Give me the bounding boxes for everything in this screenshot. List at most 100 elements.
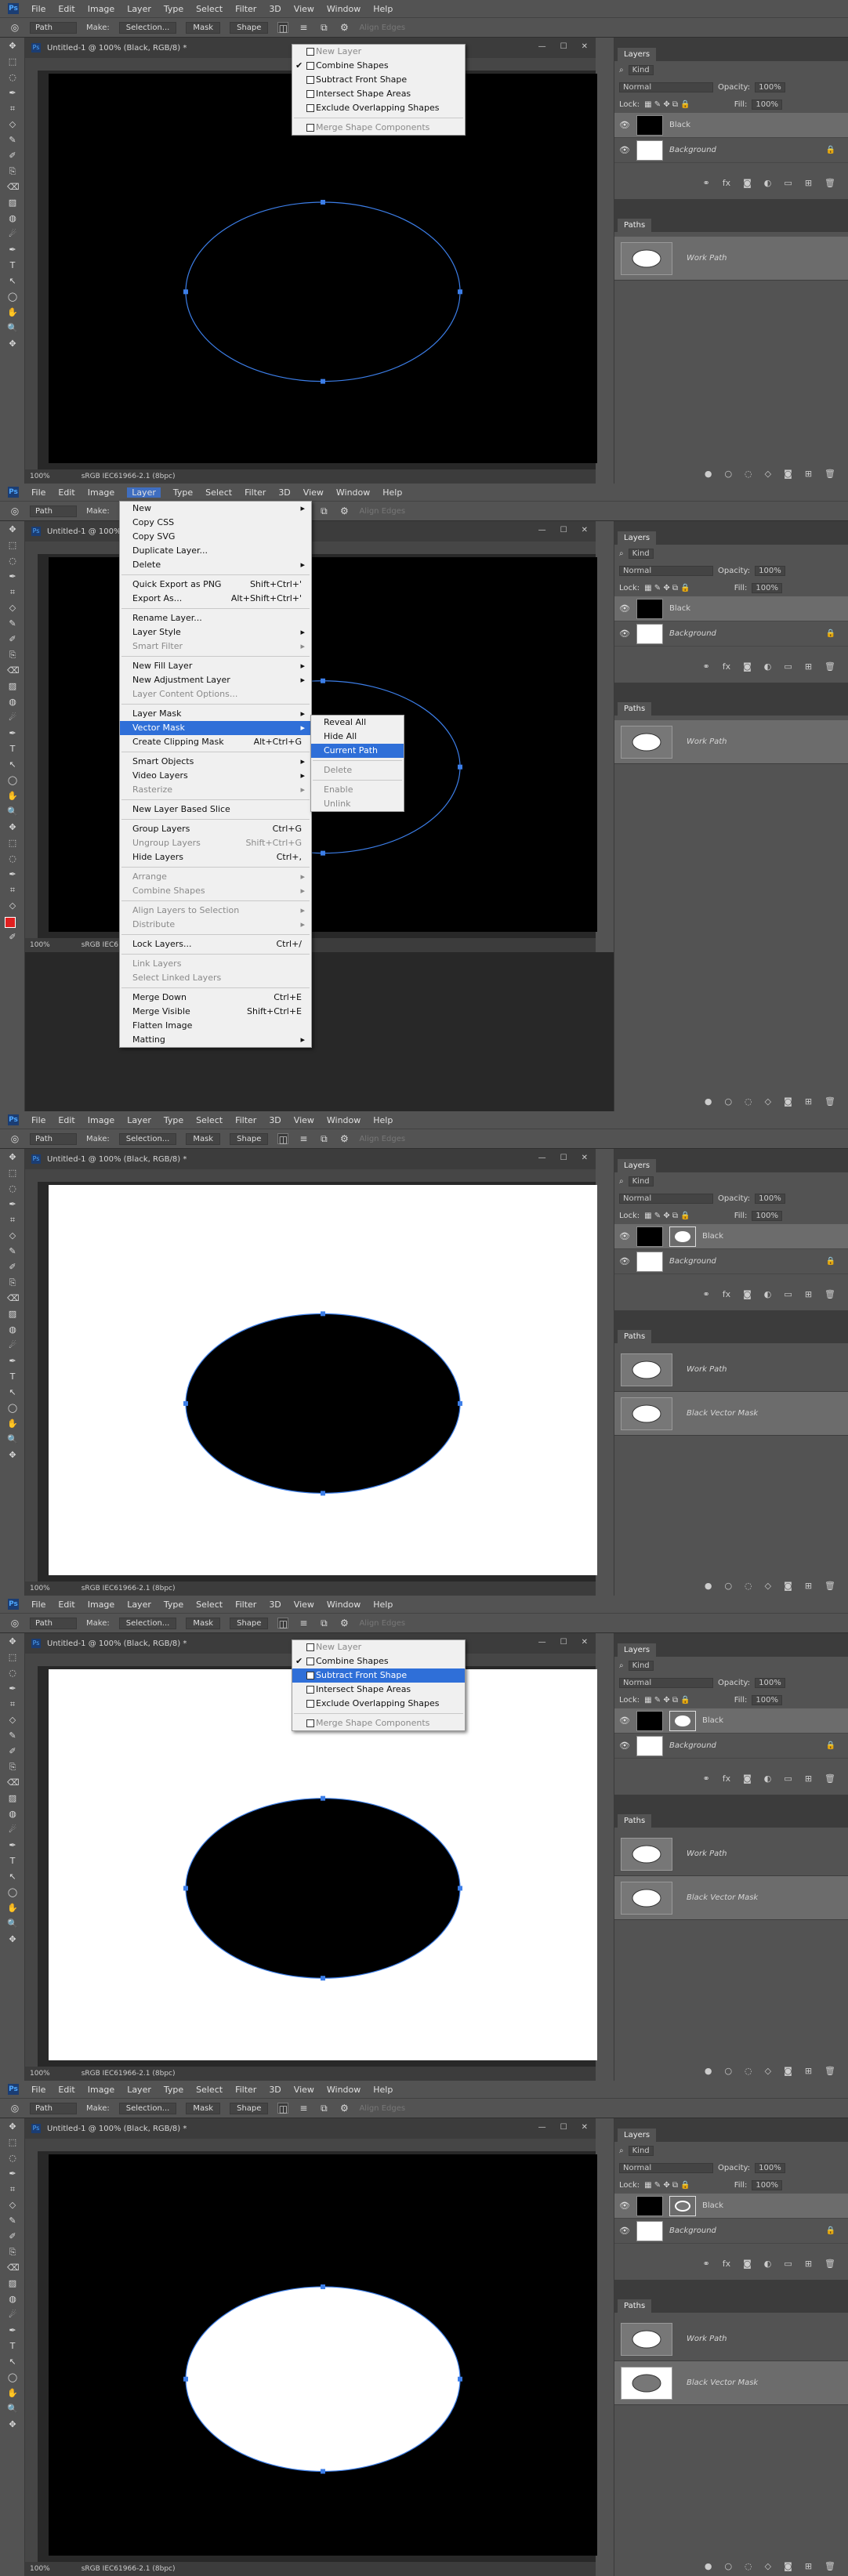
path-op-intersect-shape-areas[interactable]: Intersect Shape Areas [292, 87, 465, 101]
dodge-icon[interactable]: T [7, 2341, 18, 2352]
layer-menu-new-adjustment-layer[interactable]: New Adjustment Layer ▸ [120, 673, 311, 687]
menu-edit[interactable]: Edit [58, 1600, 74, 1610]
document-tab[interactable]: Ps Untitled-1 @ 100% (Black, RGB/8) * — ☐ ✕ [25, 1149, 596, 1169]
fill-field[interactable]: 100% [752, 582, 783, 593]
new-path-icon[interactable]: ⊞ [805, 2066, 812, 2076]
maximize-icon[interactable]: ☐ [560, 526, 567, 534]
load-selection-icon[interactable]: ◌ [745, 1581, 752, 1591]
menu-select[interactable]: Select [196, 4, 223, 14]
healing-icon[interactable]: ✐ [7, 150, 18, 161]
link-icon[interactable]: ⚭ [703, 1289, 710, 1299]
minimize-icon[interactable]: — [538, 526, 546, 534]
healing-icon[interactable]: ✐ [7, 932, 18, 943]
visibility-eye-icon[interactable]: 👁 [619, 629, 630, 639]
menu-filter[interactable]: Filter [235, 4, 256, 14]
move-icon[interactable]: ✥ [7, 2419, 18, 2430]
frame-icon[interactable]: ◇ [7, 1715, 18, 1726]
frame-icon[interactable]: ◇ [7, 1230, 18, 1241]
menu-image[interactable]: Image [88, 1600, 114, 1610]
path-op-new-layer[interactable]: New Layer [292, 45, 465, 59]
close-icon[interactable]: ✕ [582, 526, 588, 534]
path-item-vector-mask[interactable]: Black Vector Mask [614, 1392, 848, 1436]
move-icon[interactable]: ✥ [7, 822, 18, 833]
brush-icon[interactable]: ⎘ [7, 2247, 18, 2258]
fill-path-icon[interactable]: ● [705, 2561, 712, 2571]
add-mask-icon[interactable]: ◙ [784, 2561, 792, 2571]
menu-select[interactable]: Select [196, 1600, 223, 1610]
visibility-eye-icon[interactable]: 👁 [619, 145, 630, 155]
maximize-icon[interactable]: ☐ [560, 1154, 567, 1162]
path-item-vector-mask[interactable]: Black Vector Mask [614, 2361, 848, 2405]
pen-icon[interactable]: ↖ [7, 1387, 18, 1398]
menu-filter[interactable]: Filter [235, 1115, 256, 1125]
layer-background[interactable]: 👁 Background 🔒 [614, 138, 848, 163]
move-icon[interactable]: ✥ [7, 1636, 18, 1647]
eyedropper-icon[interactable]: ✎ [7, 135, 18, 146]
path-item-work[interactable]: Work Path [614, 1832, 848, 1876]
path-op-combine-shapes[interactable]: ✔ Combine Shapes [292, 1654, 465, 1668]
gear-icon[interactable]: ⚙ [339, 2103, 350, 2114]
layer-menu-group-layers[interactable]: Group Layers Ctrl+G [120, 822, 311, 836]
marquee-icon[interactable]: ⬚ [7, 2137, 18, 2148]
visibility-eye-icon[interactable]: 👁 [619, 2201, 630, 2211]
pen-tool-icon[interactable]: ◎ [9, 2103, 20, 2114]
menu-help[interactable]: Help [373, 1600, 393, 1610]
menu-type[interactable]: Type [164, 1115, 183, 1125]
group-icon[interactable]: ▭ [784, 178, 792, 188]
menu-edit[interactable]: Edit [58, 487, 74, 498]
shape-button[interactable]: Shape [230, 21, 269, 34]
selection-button[interactable]: Selection... [118, 21, 177, 34]
marquee-icon[interactable]: ⬚ [7, 1168, 18, 1179]
layer-black[interactable]: 👁 Black [614, 1224, 848, 1249]
vector-mask-delete[interactable]: Delete [311, 763, 404, 777]
layer-menu-merge-down[interactable]: Merge Down Ctrl+E [120, 991, 311, 1005]
menu-layer[interactable]: Layer [127, 4, 151, 14]
lasso-icon[interactable]: ◌ [7, 1668, 18, 1679]
healing-icon[interactable]: ✐ [7, 1262, 18, 1273]
kind-filter[interactable]: Kind [628, 1660, 654, 1671]
history-brush-icon[interactable]: ▨ [7, 681, 18, 692]
path-operations-icon[interactable]: ◫ [277, 2103, 289, 2114]
menu-layer[interactable]: Layer [127, 1600, 151, 1610]
menu-3d[interactable]: 3D [269, 1115, 281, 1125]
path-item-work[interactable]: Work Path [614, 1348, 848, 1392]
pen-tool-icon[interactable]: ◎ [9, 1618, 20, 1629]
layer-menu-align-layers-to-selection[interactable]: Align Layers to Selection ▸ [120, 904, 311, 918]
path-alignment-icon[interactable]: ≡ [298, 22, 309, 33]
path-item-work[interactable]: Work Path [614, 237, 848, 281]
lock-pixels-icon[interactable]: ▦ ✎ ✥ ⧉ 🔒 [644, 1212, 690, 1220]
pen-icon[interactable]: ↖ [7, 276, 18, 287]
path-op-merge-shape-components[interactable]: Merge Shape Components [292, 1716, 465, 1730]
load-selection-icon[interactable]: ◌ [745, 2561, 752, 2571]
layer-menu-create-clipping-mask[interactable]: Create Clipping Mask Alt+Ctrl+G [120, 735, 311, 749]
path-mode-select[interactable]: Path [30, 505, 77, 517]
type-icon[interactable]: ◯ [7, 775, 18, 786]
new-layer-icon[interactable]: ⊞ [805, 661, 812, 672]
stamp-icon[interactable]: ⌫ [7, 1777, 20, 1788]
mask-button[interactable]: Mask [186, 21, 221, 34]
crop-icon[interactable]: ⌗ [7, 1215, 18, 1226]
layer-menu-video-layers[interactable]: Video Layers ▸ [120, 769, 311, 783]
link-icon[interactable]: ⚭ [703, 2259, 710, 2269]
eyedropper-icon[interactable]: ✎ [7, 1730, 18, 1741]
layer-menu-vector-mask[interactable]: Vector Mask ▸ [120, 721, 311, 735]
adjustment-icon[interactable]: ◐ [764, 2259, 772, 2269]
add-mask-icon[interactable]: ◙ [743, 1773, 752, 1784]
history-brush-icon[interactable]: ▨ [7, 2278, 18, 2289]
pen-tool-icon[interactable]: ◎ [9, 22, 20, 33]
pen-icon[interactable]: ↖ [7, 759, 18, 770]
stroke-path-icon[interactable]: ○ [724, 1096, 732, 1107]
menu-type[interactable]: Type [164, 1600, 183, 1610]
close-icon[interactable]: ✕ [582, 1638, 588, 1647]
brush-icon[interactable]: ⎘ [7, 166, 18, 177]
opacity-field[interactable]: 100% [755, 2162, 785, 2173]
layer-menu-ungroup-layers[interactable]: Ungroup Layers Shift+Ctrl+G [120, 836, 311, 850]
menu-select[interactable]: Select [196, 2085, 223, 2095]
layers-tab[interactable]: Layers [618, 531, 657, 545]
move-icon[interactable]: ✥ [7, 1152, 18, 1163]
layer-menu-hide-layers[interactable]: Hide Layers Ctrl+, [120, 850, 311, 864]
menu-image[interactable]: Image [88, 1115, 114, 1125]
pen-tool-icon[interactable]: ◎ [9, 1133, 20, 1144]
stroke-path-icon[interactable]: ○ [724, 2066, 732, 2076]
opacity-field[interactable]: 100% [755, 1193, 785, 1204]
